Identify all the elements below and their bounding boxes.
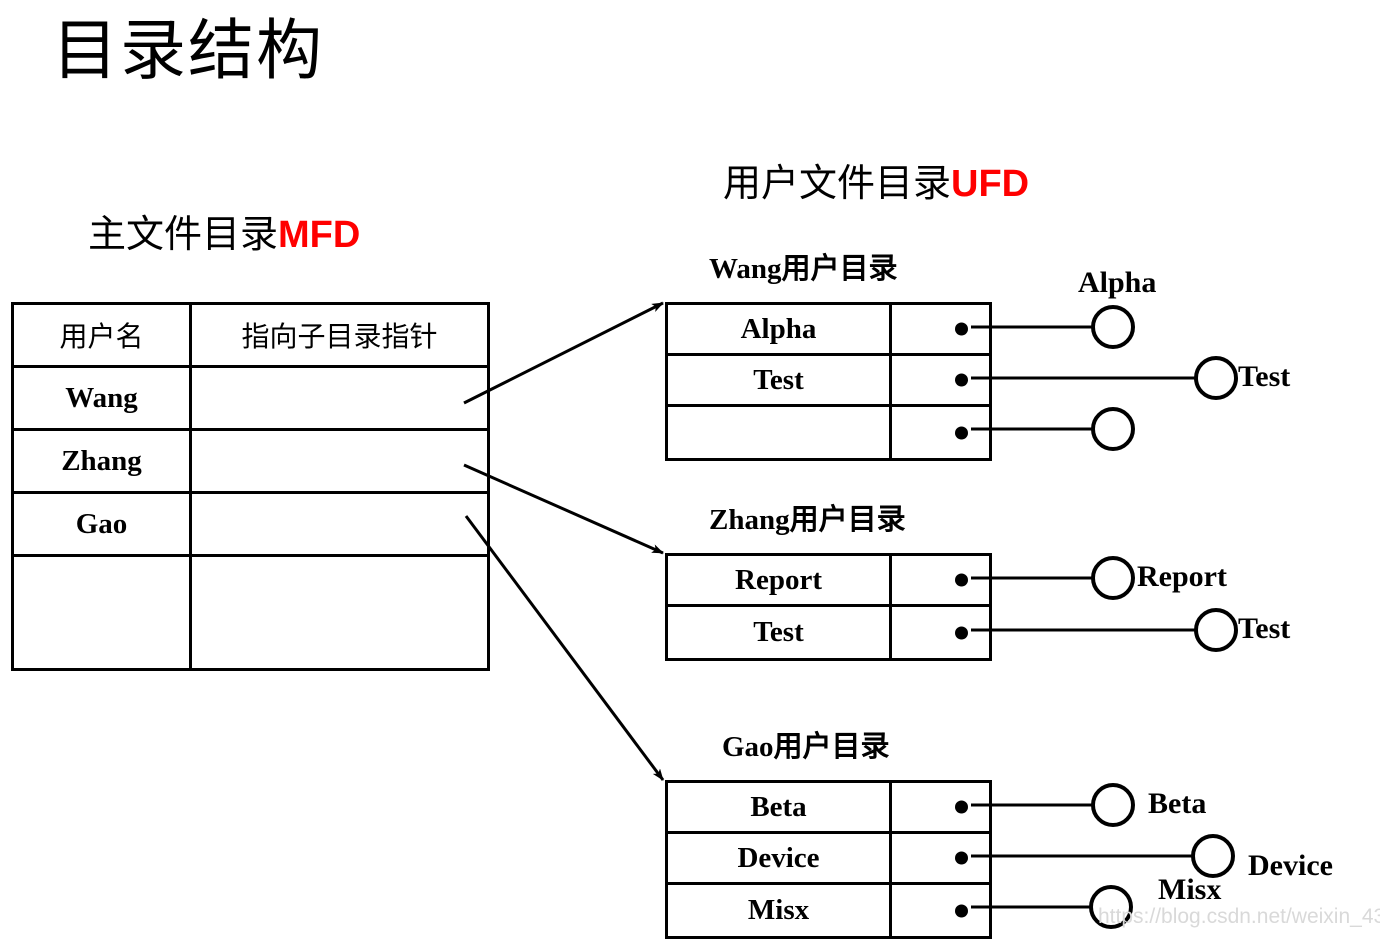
file-node-test-wang <box>1194 356 1238 400</box>
file-node-beta <box>1091 783 1135 827</box>
mfd-cell-username: Zhang <box>14 431 192 491</box>
table-row[interactable]: Gao <box>14 494 487 557</box>
zhang-directory-caption: Zhang用户目录 <box>709 504 906 536</box>
mfd-title-accent: MFD <box>278 214 361 256</box>
file-node-wang-empty <box>1091 407 1135 451</box>
ufd-cell-filename: Device <box>668 834 892 882</box>
table-row[interactable]: Test <box>668 607 989 658</box>
file-node-alpha <box>1091 305 1135 349</box>
zhang-directory-table: Report Test <box>665 553 992 661</box>
wang-directory-table: Alpha Test <box>665 302 992 461</box>
table-row[interactable]: Misx <box>668 885 989 936</box>
table-row[interactable]: Alpha <box>668 305 989 356</box>
ufd-cell-filename: Misx <box>668 885 892 936</box>
mfd-cell-pointer <box>192 368 487 428</box>
table-row[interactable]: Report <box>668 556 989 607</box>
mfd-cell-username: Gao <box>14 494 192 554</box>
ufd-cell-filename <box>668 407 892 458</box>
file-node-device <box>1191 834 1235 878</box>
mfd-title: 主文件目录MFD <box>88 216 360 254</box>
file-label-test-wang: Test <box>1238 360 1291 393</box>
table-header-row: 用户名 指向子目录指针 <box>14 305 487 368</box>
ufd-title: 用户文件目录UFD <box>723 165 1029 203</box>
ufd-cell-filename: Alpha <box>668 305 892 353</box>
table-row[interactable] <box>668 407 989 458</box>
ufd-cell-filename: Test <box>668 607 892 658</box>
pointer-dot-icon <box>955 851 968 865</box>
mfd-cell-username <box>14 557 192 668</box>
mfd-header-pointer: 指向子目录指针 <box>241 322 438 353</box>
table-row[interactable]: Test <box>668 356 989 407</box>
table-row[interactable]: Beta <box>668 783 989 834</box>
arrow-wang <box>463 301 664 405</box>
pointer-dot-icon <box>955 426 968 439</box>
ufd-cell-filename: Beta <box>668 783 892 831</box>
arrow-zhang <box>463 463 664 555</box>
ufd-cell-pointer <box>892 834 989 882</box>
mfd-cell-pointer <box>192 431 487 491</box>
ufd-cell-pointer <box>892 356 989 404</box>
pointer-dot-icon <box>955 373 968 387</box>
mfd-title-cn: 主文件目录 <box>88 214 279 256</box>
table-row[interactable]: Device <box>668 834 989 885</box>
file-label-alpha: Alpha <box>1078 266 1157 299</box>
ufd-title-accent: UFD <box>951 163 1030 205</box>
mfd-cell-pointer <box>192 557 487 668</box>
pointer-dot-icon <box>955 573 968 587</box>
slide-canvas: 目录结构 主文件目录MFD 用户文件目录UFD 用户名 指向子目录指针 Wang… <box>0 0 1380 943</box>
mfd-table: 用户名 指向子目录指针 Wang Zhang Gao <box>11 302 490 671</box>
file-node-report <box>1091 556 1135 600</box>
file-label-report: Report <box>1137 560 1227 593</box>
file-label-device: Device <box>1248 849 1333 882</box>
page-title: 目录结构 <box>52 13 324 87</box>
ufd-cell-filename: Report <box>668 556 892 604</box>
ufd-cell-filename: Test <box>668 356 892 404</box>
ufd-cell-pointer <box>892 556 989 604</box>
ufd-cell-pointer <box>892 783 989 831</box>
pointer-dot-icon <box>955 904 968 917</box>
ufd-cell-pointer <box>892 885 989 936</box>
file-label-beta: Beta <box>1148 787 1207 820</box>
gao-directory-table: Beta Device Misx <box>665 780 992 939</box>
mfd-cell-pointer <box>192 494 487 554</box>
ufd-cell-pointer <box>892 607 989 658</box>
mfd-header-username: 用户名 <box>14 305 192 365</box>
wang-directory-caption: Wang用户目录 <box>709 253 898 285</box>
ufd-cell-pointer <box>892 407 989 458</box>
ufd-title-cn: 用户文件目录 <box>723 163 952 205</box>
mfd-cell-username: Wang <box>14 368 192 428</box>
pointer-dot-icon <box>955 322 968 336</box>
table-row[interactable] <box>14 557 487 668</box>
table-row[interactable]: Zhang <box>14 431 487 494</box>
gao-directory-caption: Gao用户目录 <box>722 731 890 763</box>
watermark: https://blog.csdn.net/weixin_43428283 <box>1098 905 1380 928</box>
arrow-gao <box>464 515 665 781</box>
file-node-test-zhang <box>1194 608 1238 652</box>
table-row[interactable]: Wang <box>14 368 487 431</box>
pointer-dot-icon <box>955 800 968 814</box>
file-label-test-zhang: Test <box>1238 612 1291 645</box>
pointer-dot-icon <box>955 626 968 639</box>
file-label-misx: Misx <box>1158 873 1222 906</box>
ufd-cell-pointer <box>892 305 989 353</box>
